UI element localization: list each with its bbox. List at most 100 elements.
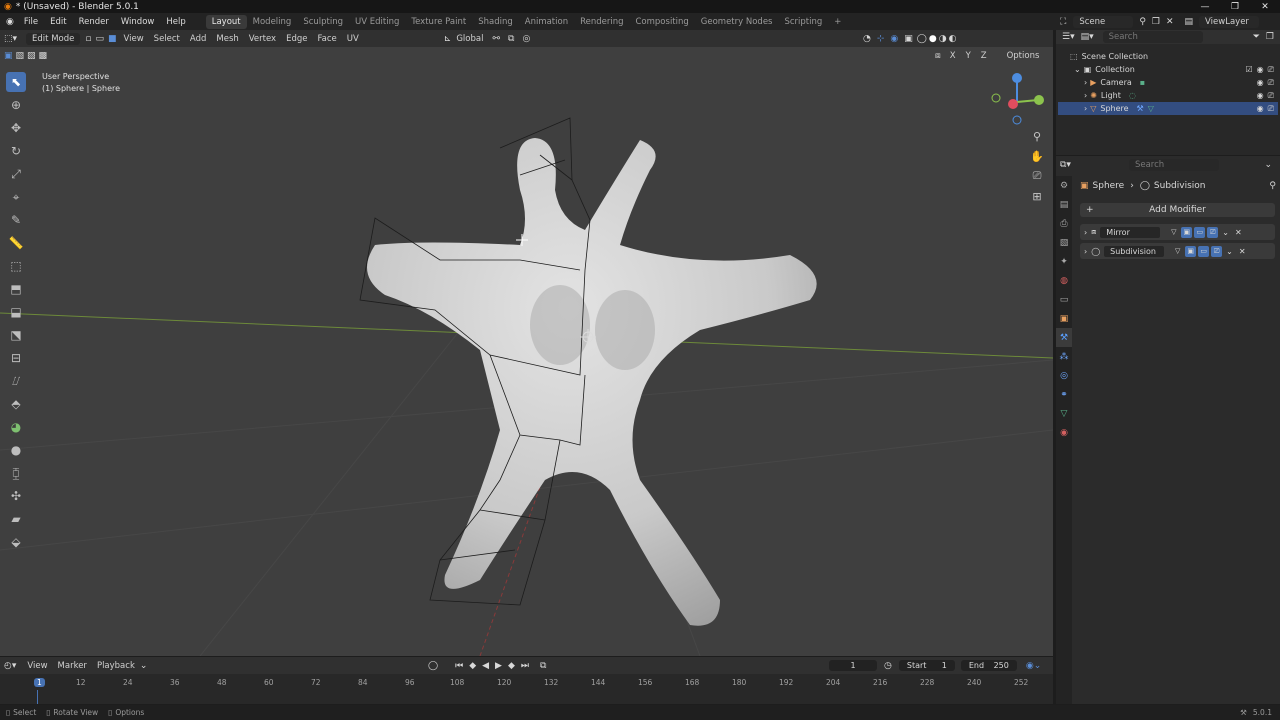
record-icon[interactable]: ◯ [428, 661, 438, 671]
tab-geometry-nodes[interactable]: Geometry Nodes [695, 15, 779, 29]
zoom-icon[interactable]: ⚲ [1028, 127, 1046, 145]
outliner-item-camera[interactable]: › ▶ Camera ▪ ◉ ⎚ [1058, 76, 1278, 89]
timeline-menu-playback[interactable]: Playback [92, 660, 140, 672]
tab-physics-icon[interactable]: ◎ [1056, 366, 1072, 385]
rotate-tool-icon[interactable]: ↻ [6, 141, 26, 161]
pin-icon[interactable]: ⚲ [1139, 17, 1146, 27]
menu-render[interactable]: Render [73, 17, 115, 27]
mirror-y-toggle[interactable]: Y [961, 50, 976, 62]
modifier-mirror[interactable]: › ⧈ Mirror ▽ ▣ ▭ ⎚ ⌄ ✕ [1080, 224, 1275, 240]
mirror-z-toggle[interactable]: Z [976, 50, 992, 62]
proportional-edit-icon[interactable]: ◎ [522, 34, 530, 44]
blender-menu-icon[interactable]: ◉ [2, 17, 18, 27]
start-frame-field[interactable]: Start 1 [898, 660, 955, 671]
playback-dropdown-icon[interactable]: ⌄ [140, 661, 148, 671]
remove-modifier-icon[interactable]: ✕ [1239, 247, 1246, 256]
measure-tool-icon[interactable]: 📏 [6, 233, 26, 253]
timeline-menu-marker[interactable]: Marker [53, 660, 92, 672]
menu-mesh[interactable]: Mesh [211, 33, 243, 45]
render-toggle-icon[interactable]: ⎚ [1207, 226, 1219, 238]
keying-icon[interactable]: ⧉ [540, 661, 546, 671]
tab-material-icon[interactable]: ◉ [1056, 423, 1072, 442]
edge-select-icon[interactable]: ▭ [95, 34, 104, 44]
transform-orientation-selector[interactable]: Global [451, 33, 488, 45]
edit-cage-icon[interactable]: ▽ [1168, 227, 1179, 238]
collapse-chevron-icon[interactable]: ⌄ [1074, 65, 1081, 74]
cursor-tool-icon[interactable]: ⊕ [6, 95, 26, 115]
stopwatch-icon[interactable]: ◷ [884, 661, 892, 671]
vertex-select-icon[interactable]: ▫ [85, 34, 91, 44]
menu-edge[interactable]: Edge [281, 33, 312, 45]
tab-modifiers-icon[interactable]: ⚒ [1056, 328, 1072, 347]
collection-row[interactable]: ⌄ ▣ Collection ☑ ◉ ⎚ [1058, 63, 1278, 76]
xray-toggle-icon[interactable]: ▣ [904, 34, 913, 44]
jump-keyframe-forward-icon[interactable]: ◆ [508, 661, 515, 671]
add-workspace-icon[interactable]: + [828, 15, 847, 29]
eye-icon[interactable]: ◉ [1257, 104, 1264, 113]
menu-face[interactable]: Face [313, 33, 342, 45]
properties-search-input[interactable]: Search [1128, 159, 1219, 171]
render-camera-icon[interactable]: ⎚ [1268, 104, 1274, 114]
tab-layout[interactable]: Layout [205, 14, 247, 29]
select-tool-icon[interactable]: ⬉ [6, 72, 26, 92]
display-mode-icon[interactable]: ▤▾ [1081, 32, 1094, 42]
bevel-tool-icon[interactable]: ⬔ [6, 325, 26, 345]
outliner-editor-icon[interactable]: ☰▾ [1062, 32, 1075, 42]
tab-world-icon[interactable]: ◍ [1056, 271, 1072, 290]
timeline-menu-view[interactable]: View [22, 660, 52, 672]
pin-icon[interactable]: ⚲ [1269, 181, 1276, 191]
select-extend-icon[interactable]: ▧ [16, 51, 25, 61]
gizmo-toggle-icon[interactable]: ⊹ [877, 34, 885, 44]
end-frame-field[interactable]: End 250 [960, 660, 1017, 671]
visibility-icon[interactable]: ◔ [863, 34, 871, 44]
current-frame-field[interactable]: 1 [829, 660, 877, 671]
smooth-tool-icon[interactable]: ● [6, 440, 26, 460]
snap-icon[interactable]: ⧉ [508, 34, 514, 44]
render-camera-icon[interactable]: ⎚ [1268, 91, 1274, 101]
render-toggle-icon[interactable]: ⎚ [1211, 245, 1223, 257]
playhead-line[interactable] [37, 690, 38, 704]
edit-cage-icon[interactable]: ▽ [1172, 246, 1183, 257]
tab-output-icon[interactable]: ⎙ [1056, 214, 1072, 233]
menu-vertex[interactable]: Vertex [244, 33, 281, 45]
scene-icon[interactable]: ⛶ [1060, 17, 1066, 27]
menu-uv[interactable]: UV [342, 33, 364, 45]
tab-compositing[interactable]: Compositing [630, 15, 695, 29]
knife-tool-icon[interactable]: ⌰ [6, 371, 26, 391]
menu-view[interactable]: View [119, 33, 149, 45]
wireframe-shading-icon[interactable]: ◯ [917, 34, 927, 44]
delete-scene-icon[interactable]: ✕ [1166, 17, 1174, 27]
outliner-item-light[interactable]: › ✺ Light ◌ ◉ ⎚ [1058, 89, 1278, 102]
tab-tool-icon[interactable]: ⚙ [1056, 176, 1072, 195]
annotate-tool-icon[interactable]: ✎ [6, 210, 26, 230]
mirror-x-toggle[interactable]: X [945, 50, 961, 62]
tab-render-icon[interactable]: ▤ [1056, 195, 1072, 214]
edge-slide-tool-icon[interactable]: ⧮ [6, 463, 26, 483]
menu-add[interactable]: Add [185, 33, 211, 45]
properties-options-icon[interactable]: ⌄ [1264, 160, 1272, 170]
scene-collection-row[interactable]: ⬚ Scene Collection [1058, 50, 1278, 63]
expand-chevron-icon[interactable]: › [1084, 78, 1087, 87]
viewlayer-icon[interactable]: ▤ [1185, 17, 1194, 27]
material-shading-icon[interactable]: ◑ [939, 34, 947, 44]
rip-tool-icon[interactable]: ⬙ [6, 532, 26, 552]
scale-tool-icon[interactable]: ⤢ [6, 164, 26, 184]
tab-scripting[interactable]: Scripting [778, 15, 828, 29]
tab-animation[interactable]: Animation [519, 15, 574, 29]
scene-selector[interactable]: Scene [1073, 15, 1134, 28]
solid-shading-icon[interactable]: ● [929, 34, 937, 44]
menu-edit[interactable]: Edit [44, 17, 72, 27]
shrink-fatten-tool-icon[interactable]: ✣ [6, 486, 26, 506]
shear-tool-icon[interactable]: ▰ [6, 509, 26, 529]
expand-chevron-icon[interactable]: › [1084, 247, 1087, 256]
rendered-shading-icon[interactable]: ◐ [949, 34, 957, 44]
tab-modeling[interactable]: Modeling [247, 15, 298, 29]
viewlayer-selector[interactable]: ViewLayer [1199, 15, 1260, 28]
eye-icon[interactable]: ◉ [1257, 91, 1264, 100]
transform-tool-icon[interactable]: ⌖ [6, 187, 26, 207]
expand-chevron-icon[interactable]: › [1084, 228, 1087, 237]
tab-sculpting[interactable]: Sculpting [297, 15, 349, 29]
expand-chevron-icon[interactable]: › [1084, 104, 1087, 113]
select-subtract-icon[interactable]: ▨ [27, 51, 36, 61]
play-icon[interactable]: ▶ [495, 661, 502, 671]
